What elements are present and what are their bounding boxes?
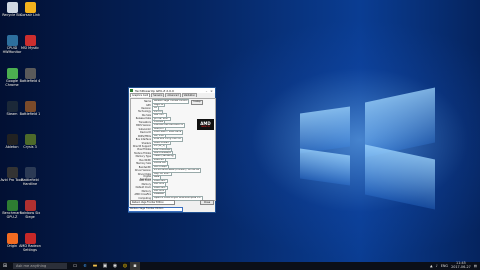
desktop-shortcut-label: Battlefield 1 bbox=[19, 112, 41, 116]
file-explorer-icon[interactable]: ▬ bbox=[90, 262, 100, 270]
wallpaper-light-beam bbox=[300, 148, 350, 186]
app-icon bbox=[6, 134, 18, 145]
desktop-wallpaper bbox=[0, 0, 480, 262]
recycle-bin-icon bbox=[6, 2, 18, 13]
app-icon bbox=[6, 167, 18, 178]
desktop-shortcut[interactable]: Battlefield 4 bbox=[19, 68, 41, 94]
desktop-shortcut-label: Rainbow Six Siege bbox=[19, 211, 41, 219]
gpu-select[interactable]: Radeon Vega Frontier Edition bbox=[130, 199, 175, 205]
task-view-icon[interactable]: ▭ bbox=[70, 262, 80, 270]
gpu-select-dropdown[interactable]: Radeon Vega Frontier Edition bbox=[128, 207, 183, 212]
steam-icon bbox=[6, 101, 18, 112]
logo-subtext: RADEON bbox=[201, 126, 210, 128]
close-icon[interactable]: × bbox=[209, 89, 214, 93]
notifications-icon[interactable]: ▤ bbox=[474, 264, 477, 268]
game-icon bbox=[24, 200, 36, 211]
desktop-shortcut[interactable]: Battlefield 1 bbox=[19, 101, 41, 127]
start-button[interactable]: ⊞ bbox=[0, 262, 10, 270]
edge-icon[interactable]: e bbox=[80, 262, 90, 270]
clock[interactable]: 11:45 2017-06-27 bbox=[451, 262, 471, 269]
hwmonitor-icon bbox=[6, 35, 18, 46]
taskbar: ⊞ Ask me anything ▭ e ▬ ▣ ◉ ◍ ▪ ▲ ♪ ENG … bbox=[0, 262, 480, 270]
chrome-icon bbox=[6, 68, 18, 79]
system-tray: ▲ ♪ ENG 11:45 2017-06-27 ▤ bbox=[430, 262, 480, 269]
desktop-shortcut-label: Crysis 3 bbox=[23, 145, 37, 149]
battlefield-icon bbox=[24, 68, 36, 79]
gpuz-window[interactable]: TechPowerUp GPU-Z 2.0.0 – × Graphics Car… bbox=[128, 87, 216, 213]
gpuz-taskbar-icon[interactable]: ▪ bbox=[130, 262, 140, 270]
volume-icon[interactable]: ♪ bbox=[436, 264, 438, 268]
battlefield-icon bbox=[24, 101, 36, 112]
desktop-shortcut[interactable]: AMD Radeon Settings bbox=[19, 233, 41, 259]
wallpaper-light-beam bbox=[365, 144, 435, 210]
game-icon bbox=[24, 134, 36, 145]
desktop-shortcut-label: Battlefield Hardline bbox=[21, 178, 39, 186]
wallpaper-light-beam bbox=[300, 106, 350, 154]
desktop-shortcut-label: AMD Radeon Settings bbox=[19, 244, 41, 252]
graphics-card-panel: Name Radeon Vega Frontier Edition GPU Vega … bbox=[130, 98, 216, 201]
desktop-shortcut-label: Battlefield 4 bbox=[19, 79, 41, 83]
amd-radeon-logo: AMD RADEON bbox=[197, 119, 214, 130]
tab-sensors[interactable]: Sensors bbox=[151, 93, 165, 97]
tab-advanced[interactable]: Advanced bbox=[165, 93, 181, 97]
desktop-shortcut[interactable]: Crysis 3 bbox=[19, 134, 41, 160]
desktop-shortcut-label: Corsair Link bbox=[19, 13, 41, 17]
corsair-icon bbox=[24, 2, 36, 13]
search-box[interactable]: Ask me anything bbox=[13, 263, 67, 269]
battlefield-icon bbox=[24, 167, 36, 178]
tab-validation[interactable]: Validation bbox=[181, 93, 198, 97]
tab-graphics-card[interactable]: Graphics Card bbox=[130, 93, 151, 97]
window-footer: Radeon Vega Frontier Edition Close bbox=[130, 199, 214, 205]
store-icon[interactable]: ▣ bbox=[100, 262, 110, 270]
window-title: TechPowerUp GPU-Z 2.0.0 bbox=[135, 88, 174, 93]
msi-icon bbox=[24, 35, 36, 46]
desktop-shortcut[interactable]: Battlefield Hardline bbox=[19, 167, 41, 193]
lookup-button[interactable]: Lookup bbox=[191, 100, 203, 105]
desktop-shortcut[interactable]: Rainbow Six Siege bbox=[19, 200, 41, 226]
chrome-icon[interactable]: ◍ bbox=[120, 262, 130, 270]
steam-icon[interactable]: ◉ bbox=[110, 262, 120, 270]
language-indicator[interactable]: ENG bbox=[441, 264, 448, 268]
desktop-shortcut-label: MSI Mystic bbox=[21, 46, 39, 50]
gpu-icon bbox=[6, 200, 18, 211]
network-icon[interactable]: ▲ bbox=[430, 264, 433, 268]
close-button[interactable]: Close bbox=[200, 199, 214, 205]
clock-date: 2017-06-27 bbox=[451, 265, 471, 269]
origin-icon bbox=[6, 233, 18, 244]
tab-bar: Graphics Card Sensors Advanced Validatio… bbox=[129, 93, 215, 97]
desktop-shortcut[interactable]: MSI Mystic bbox=[19, 35, 41, 61]
desktop-shortcut[interactable]: Corsair Link bbox=[19, 2, 41, 28]
amd-icon bbox=[24, 233, 36, 244]
